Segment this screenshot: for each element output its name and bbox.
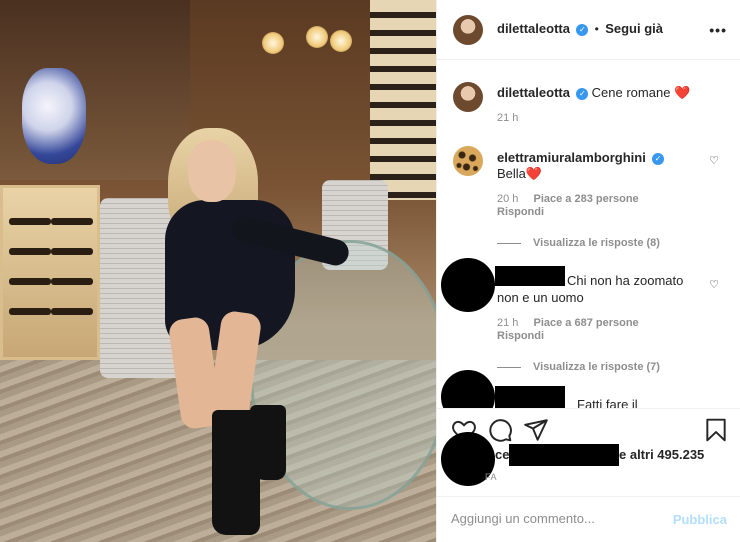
- comment-time[interactable]: 21 h: [497, 317, 518, 329]
- heart-icon[interactable]: ♡: [709, 154, 719, 167]
- comment-text: Chi non ha zoomato: [567, 273, 684, 288]
- comment-likes[interactable]: Piace a 687 persone: [533, 317, 638, 329]
- redacted-username: [509, 444, 619, 466]
- reply-button[interactable]: Rispondi: [497, 206, 544, 218]
- photo-wine-cabinet: [0, 185, 100, 360]
- verified-badge-icon: ✓: [576, 87, 589, 100]
- comment-text: Fatti fare il: [577, 397, 638, 408]
- more-options-icon[interactable]: •••: [709, 22, 727, 38]
- verified-badge-icon: ✓: [652, 152, 665, 165]
- comment-text: Bella❤️: [497, 166, 543, 181]
- photo-vase: [22, 68, 86, 164]
- caption-username[interactable]: dilettaleotta: [497, 85, 570, 100]
- comment-time[interactable]: 20 h: [497, 193, 518, 205]
- comment-form: Pubblica: [437, 496, 740, 542]
- photo-wine-rack: [370, 0, 436, 200]
- following-button[interactable]: Segui già: [605, 21, 663, 36]
- heart-icon[interactable]: ♡: [709, 278, 719, 291]
- post-side-panel: dilettaleotta ✓ • Segui già ••• dilettal…: [436, 0, 740, 542]
- comment-item: Fatti fare il: [437, 368, 740, 408]
- comment-likes[interactable]: Piace a 283 persone: [533, 193, 638, 205]
- comment-input[interactable]: [451, 511, 661, 526]
- reply-button[interactable]: Rispondi: [497, 330, 544, 342]
- comment-icon[interactable]: [487, 417, 513, 443]
- caption-text: Cene romane ❤️: [591, 85, 691, 100]
- redacted-username: [495, 266, 565, 286]
- likes-count[interactable]: e altri 495.235: [619, 447, 704, 462]
- verified-badge-icon: ✓: [576, 23, 589, 36]
- redacted-avatar: [441, 370, 495, 408]
- avatar[interactable]: [453, 15, 483, 45]
- bookmark-icon[interactable]: [703, 417, 729, 443]
- photo-person-face: [188, 140, 236, 202]
- redacted-username: [495, 386, 565, 408]
- caption-time[interactable]: 21 h: [497, 112, 518, 124]
- publish-button[interactable]: Pubblica: [673, 512, 727, 527]
- comment-username[interactable]: elettramiuralamborghini: [497, 150, 646, 165]
- photo-lamp: [262, 32, 284, 54]
- view-replies-button[interactable]: Visualizza le risposte (8): [497, 237, 660, 249]
- replies-line: [497, 242, 521, 244]
- avatar[interactable]: [453, 82, 483, 112]
- view-replies-label: Visualizza le risposte (8): [533, 237, 660, 249]
- post-timeago[interactable]: FA: [485, 472, 497, 482]
- avatar[interactable]: [453, 146, 483, 176]
- redacted-avatar: [441, 258, 495, 312]
- paper-plane-icon[interactable]: [523, 417, 549, 443]
- post-header: dilettaleotta ✓ • Segui già •••: [437, 0, 740, 60]
- photo-person-boot: [250, 405, 286, 480]
- comment-text-continued: non e un uomo: [497, 290, 584, 305]
- photo-lamp: [306, 26, 328, 48]
- photo-lamp: [330, 30, 352, 52]
- header-username[interactable]: dilettaleotta: [497, 21, 570, 36]
- header-separator: •: [594, 22, 599, 36]
- likes-prefix: ce: [495, 447, 510, 462]
- post-photo[interactable]: [0, 0, 436, 542]
